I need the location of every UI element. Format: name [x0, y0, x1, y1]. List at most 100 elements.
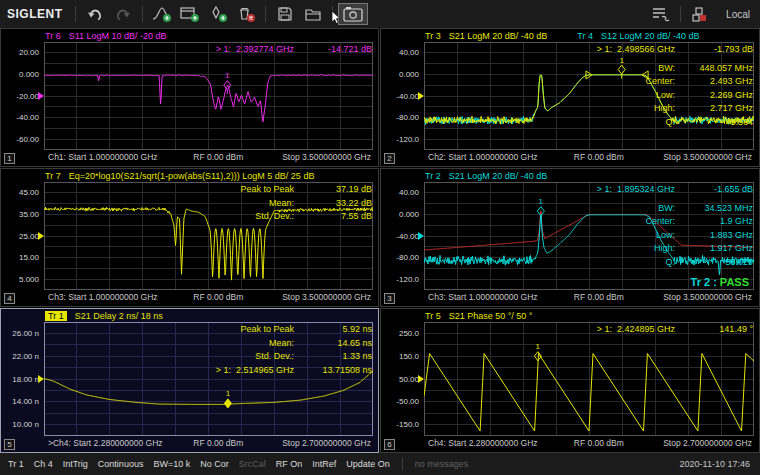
y-axis-label: 15.00	[1, 253, 39, 262]
toolbar-separator	[680, 6, 681, 22]
readout-value: -14.721 dB	[294, 43, 372, 57]
readout-value: 33.22 dB	[294, 197, 372, 211]
y-axis-label: 22.00 n	[1, 352, 39, 361]
panel-number[interactable]: 6	[384, 439, 395, 450]
readout-value: 1.883 GHz	[675, 229, 753, 243]
readout-label: > 1: 2.392774 GHz	[137, 43, 294, 57]
add-window-button[interactable]	[176, 2, 204, 26]
program-icon	[691, 6, 709, 22]
status-item[interactable]: IntRef	[312, 459, 336, 469]
channel-start-label: >Ch4: Start 2.280000000 GHz	[48, 438, 163, 448]
status-item[interactable]: Update On	[346, 459, 390, 469]
marker-readouts: > 1: 2.424895 GHz141.49 °	[518, 323, 753, 337]
sequence-button[interactable]	[647, 2, 675, 26]
trace-label: Eq=20*log10(S21/sqrt(1-pow(abs(S11),2)))…	[69, 171, 315, 181]
readout-label: Center:	[518, 215, 675, 229]
recall-button[interactable]	[299, 2, 327, 26]
trash-icon	[235, 5, 257, 23]
trace-panel[interactable]: Tr 3S21 LogM 20 dB/ -40 dBTr 4S12 LogM 2…	[380, 28, 760, 167]
status-item[interactable]: RF On	[276, 459, 303, 469]
panel-number[interactable]: 1	[4, 153, 15, 164]
readout-label: Low:	[518, 89, 675, 103]
y-axis-label: -80.00	[381, 113, 419, 122]
panel-title: Tr 3S21 LogM 20 dB/ -40 dBTr 4S12 LogM 2…	[425, 30, 708, 41]
delete-trace-button[interactable]	[232, 2, 260, 26]
channel-stop-label: Stop 3.500000000 GHz	[282, 292, 371, 302]
sequence-icon	[651, 6, 671, 22]
readout-label: Std. Dev.:	[137, 350, 294, 364]
readout-value: 141.49 °	[675, 323, 753, 337]
marker-number: 1	[226, 389, 231, 398]
channel-start-label: Ch1: Start 1.000000000 GHz	[48, 152, 158, 162]
y-axis-label: 35.00	[1, 210, 39, 219]
rf-power-label: RF 0.00 dBm	[193, 152, 243, 162]
panel-number[interactable]: 4	[4, 293, 15, 304]
trace-panel[interactable]: Tr 1S21 Delay 2 ns/ 18 ns 1 Peak to Peak…	[0, 308, 379, 453]
readout-value: 1.33 ns	[294, 350, 372, 364]
trace-panel[interactable]: Tr 2S21 LogM 20 dB/ -40 dB 1 > 1: 1.8953…	[380, 168, 760, 307]
add-trace-button[interactable]	[148, 2, 176, 26]
panel-title: Tr 6S11 LogM 10 dB/ -20 dB	[45, 30, 175, 41]
y-axis-label: 50.00	[381, 375, 419, 384]
readout-value: -1.655 dB	[675, 183, 753, 197]
y-axis-label: 250.0	[381, 329, 419, 338]
plot-area[interactable]: 1	[424, 322, 754, 436]
trace-panel[interactable]: Tr 7Eq=20*log10(S21/sqrt(1-pow(abs(S11),…	[0, 168, 379, 307]
toolbar-separator	[142, 6, 143, 22]
status-bar: Tr 1 Ch 4 IntTrig Continuous BW=10 k No Cor Sr…	[0, 453, 760, 475]
readout-value: 2.493 GHz	[675, 75, 753, 89]
channel-stop-label: Stop 3.500000000 GHz	[663, 152, 752, 162]
readout-value: 37.19 dB	[294, 183, 372, 197]
rf-power-label: RF 0.00 dBm	[193, 292, 243, 302]
channel-start-label: Ch3: Start 1.000000000 GHz	[48, 292, 158, 302]
y-axis-label: -40.00	[1, 113, 39, 122]
program-button[interactable]	[686, 2, 714, 26]
control-mode-label[interactable]: Local	[726, 9, 750, 20]
trace-label: S21 Delay 2 ns/ 18 ns	[75, 311, 163, 321]
trace-panel[interactable]: Tr 5S21 Phase 50 °/ 50 ° 1 > 1: 2.424895…	[380, 308, 760, 453]
redo-button[interactable]	[109, 2, 137, 26]
channel-start-label: Ch4: Start 2.280000000 GHz	[428, 438, 538, 448]
y-axis-label: 0.000	[1, 70, 39, 79]
undo-icon	[86, 6, 104, 22]
add-trace-icon	[151, 5, 173, 23]
undo-button[interactable]	[81, 2, 109, 26]
status-item[interactable]: SrcCal	[239, 459, 266, 469]
trace-label: S21 LogM 20 dB/ -40 dB	[449, 31, 548, 41]
y-axis-label: 25.00	[1, 232, 39, 241]
y-axis-label: 45.00	[1, 188, 39, 197]
siglent-logo: SIGLENT	[0, 7, 70, 21]
readout-label: BW:	[518, 62, 675, 76]
status-item[interactable]: Continuous	[98, 459, 144, 469]
toolbar-separator	[75, 6, 76, 22]
plot-area[interactable]: 1	[44, 42, 373, 150]
reference-level-marker	[418, 375, 424, 383]
readout-value: 2.269 GHz	[675, 89, 753, 103]
status-item[interactable]: BW=10 k	[153, 459, 190, 469]
readout-label: > 1: 2.424895 GHz	[518, 323, 675, 337]
rf-power-label: RF 0.00 dBm	[574, 292, 624, 302]
status-item[interactable]: Tr 1	[8, 459, 24, 469]
save-button[interactable]	[271, 2, 299, 26]
trace-label: S21 LogM 20 dB/ -40 dB	[449, 171, 548, 181]
y-axis-label: 40.00	[381, 48, 419, 57]
panel-number[interactable]: 5	[4, 439, 15, 450]
trace-label: Tr 5	[425, 311, 441, 321]
y-axis-label: 10.00 n	[1, 420, 39, 429]
status-item[interactable]: No Cor	[200, 459, 229, 469]
channel-stop-label: Stop 3.500000000 GHz	[282, 152, 371, 162]
readout-label: High:	[518, 102, 675, 116]
panel-number[interactable]: 3	[384, 293, 395, 304]
trace-panel[interactable]: Tr 6S11 LogM 10 dB/ -20 dB 1 > 1: 2.3927…	[0, 28, 379, 167]
add-marker-button[interactable]	[204, 2, 232, 26]
readout-label: > 1: 2.498566 GHz	[518, 43, 675, 57]
panel-footer: 4 Ch3: Start 1.000000000 GHz RF 0.00 dBm…	[1, 292, 378, 305]
channel-stop-label: Stop 3.500000000 GHz	[663, 292, 752, 302]
status-item[interactable]: IntTrig	[63, 459, 88, 469]
status-item[interactable]: Ch 4	[34, 459, 53, 469]
marker-readouts: > 1: 1.895324 GHz-1.655 dBBW:34.523 MHzC…	[518, 183, 753, 269]
panel-number[interactable]: 2	[384, 153, 395, 164]
mouse-cursor	[331, 11, 343, 25]
trace-label: Tr 2	[425, 171, 441, 181]
y-axis-label: 20.00	[1, 48, 39, 57]
